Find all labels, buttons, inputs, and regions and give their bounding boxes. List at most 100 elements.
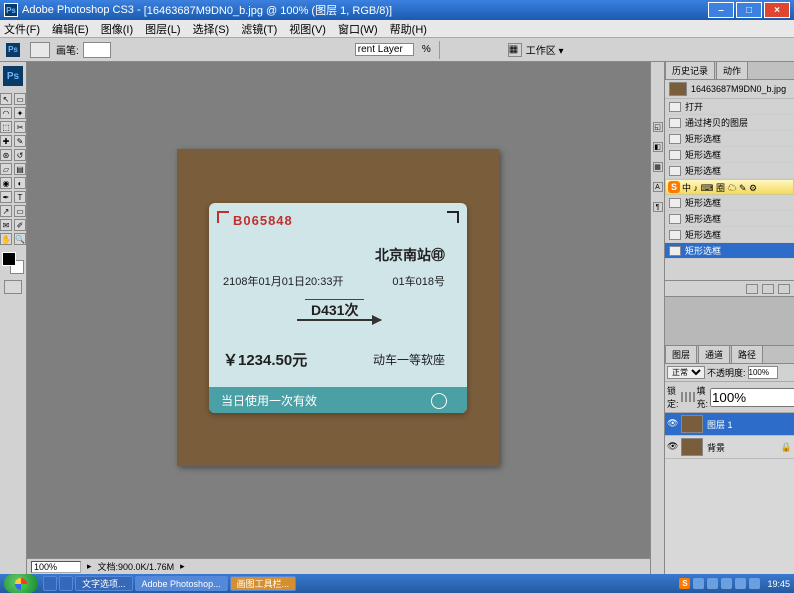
history-source[interactable]: 16463687M9DN0_b.jpg	[665, 80, 794, 99]
sogou-ime-bar[interactable]: S 中 ♪ ⌨ 圈 ☁ ✎ ⚙	[665, 179, 794, 195]
delete-state-button[interactable]	[778, 284, 790, 294]
menu-layer[interactable]: 图层(L)	[145, 21, 180, 37]
menu-help[interactable]: 帮助(H)	[390, 21, 427, 37]
sample-layers-select[interactable]: rent Layer	[355, 43, 414, 56]
type-tool[interactable]: T	[14, 191, 26, 203]
maximize-button[interactable]: □	[736, 2, 762, 18]
taskbar-item[interactable]: Adobe Photoshop...	[135, 576, 228, 591]
status-menu-icon[interactable]: ▸	[180, 561, 185, 572]
brush-preview[interactable]	[83, 42, 111, 58]
menu-window[interactable]: 窗口(W)	[338, 21, 378, 37]
history-item[interactable]: 矩形选框	[665, 195, 794, 211]
tab-actions[interactable]: 动作	[716, 61, 748, 79]
layer-row[interactable]: 👁图层 1	[665, 413, 794, 436]
new-doc-button[interactable]	[762, 284, 774, 294]
blur-tool[interactable]: ◉	[0, 177, 12, 189]
visibility-icon[interactable]: 👁	[667, 441, 679, 453]
eyedropper-tool[interactable]: ✐	[14, 219, 26, 231]
arrow-right-icon[interactable]: ▸	[87, 561, 92, 572]
tab-paths[interactable]: 路径	[731, 345, 763, 363]
pen-tool[interactable]: ✒	[0, 191, 12, 203]
tab-layers[interactable]: 图层	[665, 345, 697, 363]
wand-tool[interactable]: ✦	[14, 107, 26, 119]
lock-pos-icon[interactable]	[689, 392, 691, 402]
lock-pixels-icon[interactable]	[685, 392, 687, 402]
tray-icon[interactable]	[707, 578, 718, 589]
taskbar-item[interactable]	[43, 576, 57, 591]
layer-name: 背景	[707, 441, 725, 454]
move-tool[interactable]: ↖	[0, 93, 12, 105]
ps-logo-icon: Ps	[3, 66, 23, 86]
zoom-field[interactable]: 100%	[31, 561, 81, 573]
tab-channels[interactable]: 通道	[698, 345, 730, 363]
menu-select[interactable]: 选择(S)	[193, 21, 230, 37]
color-swatches[interactable]	[2, 252, 24, 274]
clock[interactable]: 19:45	[767, 579, 790, 589]
tray-icon[interactable]	[693, 578, 704, 589]
lasso-tool[interactable]: ◠	[0, 107, 12, 119]
menu-view[interactable]: 视图(V)	[289, 21, 326, 37]
close-button[interactable]: ×	[764, 2, 790, 18]
path-tool[interactable]: ↗	[0, 205, 12, 217]
history-item[interactable]: 打开	[665, 99, 794, 115]
taskbar-item[interactable]: 文字选项...	[75, 576, 133, 591]
menu-image[interactable]: 图像(I)	[101, 21, 133, 37]
menu-edit[interactable]: 编辑(E)	[52, 21, 89, 37]
history-brush-tool[interactable]: ↺	[14, 149, 26, 161]
notes-tool[interactable]: ✉	[0, 219, 12, 231]
lock-label: 锁定:	[667, 384, 679, 410]
eraser-tool[interactable]: ▱	[0, 163, 12, 175]
dodge-tool[interactable]: ◐	[14, 177, 26, 189]
crop-tool[interactable]: ⬚	[0, 121, 12, 133]
history-thumb-icon	[669, 82, 687, 96]
workspace-icon[interactable]: ▦	[508, 43, 522, 57]
character-icon[interactable]: ¶	[653, 202, 663, 212]
history-item[interactable]: 矩形选框	[665, 163, 794, 179]
brush-tool[interactable]: ✎	[14, 135, 26, 147]
menu-file[interactable]: 文件(F)	[4, 21, 40, 37]
fill-input[interactable]	[710, 388, 794, 407]
history-item[interactable]: 矩形选框	[665, 227, 794, 243]
opacity-input[interactable]	[748, 366, 778, 379]
start-button[interactable]	[4, 574, 38, 593]
lock-all-icon[interactable]	[693, 392, 695, 402]
foreground-swatch[interactable]	[2, 252, 16, 266]
history-item[interactable]: 矩形选框	[665, 147, 794, 163]
history-item[interactable]: 通过拷贝的图层	[665, 115, 794, 131]
tray-sogou-icon[interactable]: S	[679, 578, 690, 589]
hand-tool[interactable]: ✋	[0, 233, 12, 245]
tool-preset-icon[interactable]	[30, 42, 50, 58]
tray-icon[interactable]	[735, 578, 746, 589]
tray-icon[interactable]	[721, 578, 732, 589]
history-item[interactable]: 矩形选框	[665, 243, 794, 259]
taskbar-item[interactable]: 画图工具栏...	[230, 576, 297, 591]
heal-tool[interactable]: ✚	[0, 135, 12, 147]
quickmask-button[interactable]	[4, 280, 22, 294]
history-item[interactable]: 矩形选框	[665, 131, 794, 147]
new-snapshot-button[interactable]	[746, 284, 758, 294]
tab-history[interactable]: 历史记录	[665, 61, 715, 79]
taskbar-item[interactable]	[59, 576, 73, 591]
color-icon[interactable]: ◧	[653, 142, 663, 152]
zoom-tool[interactable]: 🔍	[14, 233, 26, 245]
stamp-tool[interactable]: ⊛	[0, 149, 12, 161]
navigator-icon[interactable]: ◱	[653, 122, 663, 132]
ticket-depart: 2108年01月01日20:33开	[223, 273, 343, 289]
history-item[interactable]: 矩形选框	[665, 211, 794, 227]
blend-mode-select[interactable]: 正常	[667, 366, 705, 379]
tray-icon[interactable]	[749, 578, 760, 589]
shape-tool[interactable]: ▭	[14, 205, 26, 217]
slice-tool[interactable]: ✂	[14, 121, 26, 133]
workspace-menu[interactable]: 工作区 ▾	[526, 42, 564, 57]
document-canvas[interactable]: B065848 北京南站㊞ 2108年01月01日20:33开 01车018号 …	[177, 149, 499, 466]
styles-icon[interactable]: A	[653, 182, 663, 192]
visibility-icon[interactable]: 👁	[667, 418, 679, 430]
history-step-icon	[669, 150, 681, 160]
menu-filter[interactable]: 滤镜(T)	[241, 21, 277, 37]
minimize-button[interactable]: –	[708, 2, 734, 18]
swatches-icon[interactable]: ▦	[653, 162, 663, 172]
lock-trans-icon[interactable]	[681, 392, 683, 402]
layer-row[interactable]: 👁背景🔒	[665, 436, 794, 459]
gradient-tool[interactable]: ▤	[14, 163, 26, 175]
marquee-tool[interactable]: ▭	[14, 93, 26, 105]
